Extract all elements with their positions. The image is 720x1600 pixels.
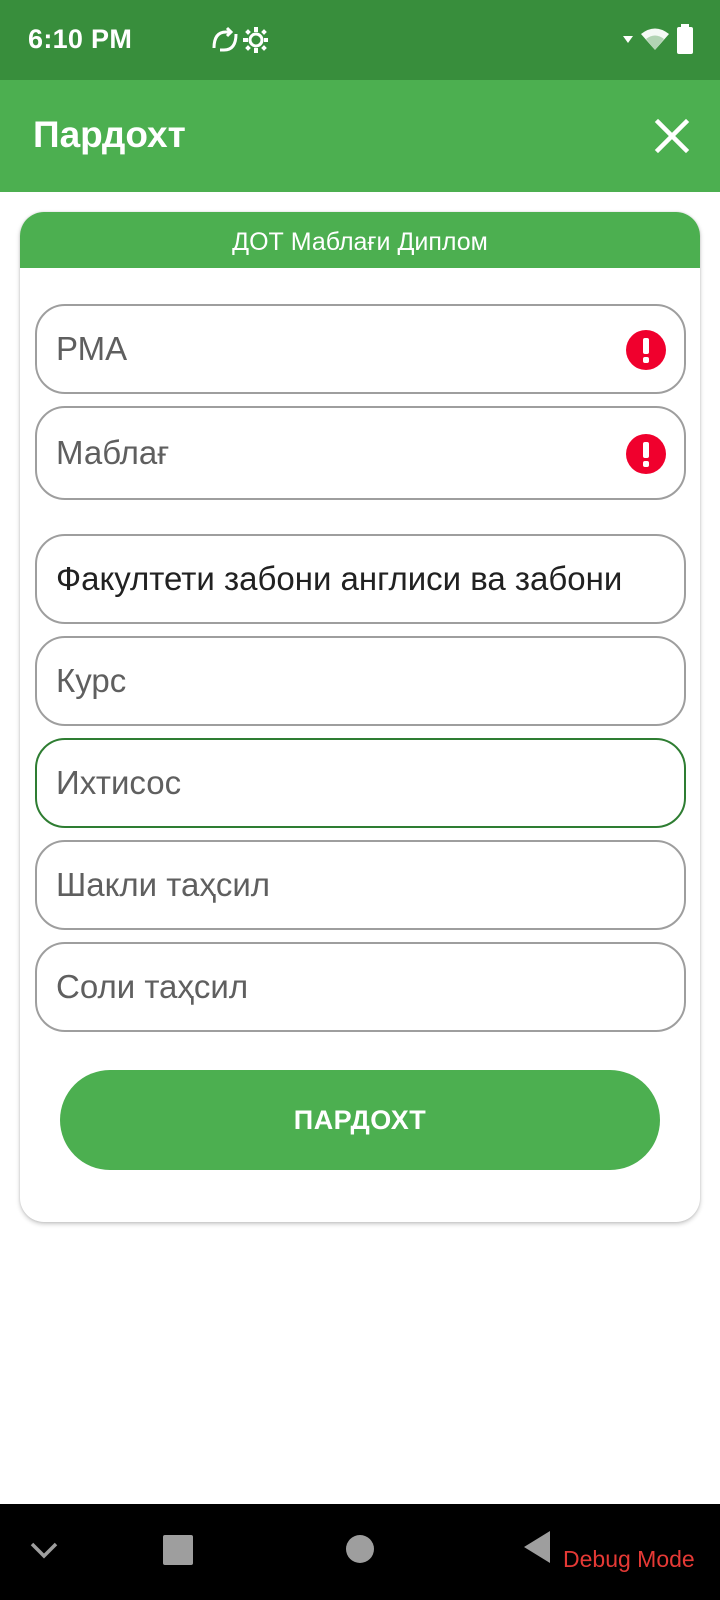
battery-icon [677, 24, 693, 54]
study-form-field[interactable]: Шакли таҳсил [35, 840, 686, 930]
rma-field[interactable]: РМА [35, 304, 686, 394]
study-year-field[interactable]: Соли таҳсил [35, 942, 686, 1032]
status-time: 6:10 PM [28, 24, 133, 54]
amount-field-placeholder: Маблағ [56, 434, 170, 471]
specialty-field-placeholder: Ихтисос [56, 764, 182, 801]
faculty-field-value: Факултети забони англиси ва забони [56, 560, 623, 597]
close-icon[interactable] [648, 112, 696, 160]
signal-arrow-icon [623, 36, 633, 43]
study-year-field-placeholder: Соли таҳсил [56, 968, 249, 1005]
card-header: ДОТ Маблағи Диплом [20, 212, 700, 268]
recents-button-icon[interactable] [162, 1534, 194, 1566]
debug-mode-label: Debug Mode [563, 1546, 695, 1572]
specialty-field[interactable]: Ихтисос [35, 738, 686, 828]
faculty-field[interactable]: Факултети забони англиси ва забони [35, 534, 686, 624]
wifi-icon [641, 28, 669, 50]
study-form-field-placeholder: Шакли таҳсил [56, 866, 271, 903]
error-icon [626, 434, 666, 474]
notification-icons [212, 26, 268, 53]
back-button-icon[interactable] [522, 1529, 552, 1565]
rma-field-placeholder: РМА [56, 330, 128, 367]
status-bar: 6:10 PM [0, 0, 720, 80]
course-field-placeholder: Курс [56, 662, 127, 699]
course-field[interactable]: Курс [35, 636, 686, 726]
amount-field[interactable]: Маблағ [35, 406, 686, 500]
app-bar: Пардохт [0, 80, 720, 192]
page-title: Пардохт [33, 114, 186, 155]
pay-button[interactable]: ПАРДОХТ [60, 1070, 660, 1170]
home-button-icon[interactable] [345, 1534, 375, 1564]
error-icon [626, 330, 666, 370]
chevron-down-icon[interactable] [28, 1534, 60, 1566]
payment-card: ДОТ Маблағи Диплом РМА Маблағ Факултети … [20, 212, 700, 1222]
status-right-icons [622, 22, 694, 56]
